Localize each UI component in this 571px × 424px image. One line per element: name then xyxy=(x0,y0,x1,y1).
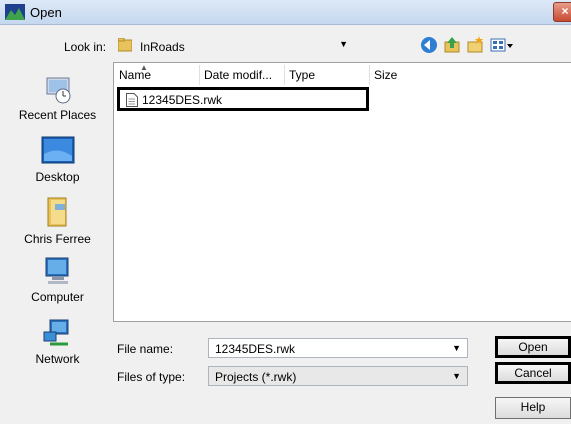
folder-icon xyxy=(118,38,132,52)
column-header-name[interactable]: ▲ Name xyxy=(114,63,200,85)
file-type-select[interactable]: Projects (*.rwk) ▼ xyxy=(208,366,468,386)
view-menu-icon[interactable] xyxy=(490,36,514,54)
place-label: Chris Ferree xyxy=(24,232,91,246)
place-label: Computer xyxy=(31,290,84,304)
document-icon xyxy=(126,93,138,107)
file-item[interactable]: 12345DES.rwk xyxy=(117,87,369,111)
file-name: 12345DES.rwk xyxy=(142,93,223,107)
user-folder-icon xyxy=(47,197,66,227)
look-in-dropdown[interactable]: InRoads ▼ xyxy=(114,34,354,58)
look-in-label: Look in: xyxy=(64,40,107,54)
close-button[interactable]: × xyxy=(553,2,571,22)
file-name-input[interactable]: 12345DES.rwk ▼ xyxy=(208,338,468,358)
column-header-size[interactable]: Size xyxy=(369,65,434,85)
column-header-type[interactable]: Type xyxy=(284,65,370,85)
chevron-down-icon: ▼ xyxy=(339,39,348,49)
file-list[interactable]: ▲ Name Date modif... Type Size 12345DES.… xyxy=(113,62,571,322)
window-title: Open xyxy=(30,5,62,20)
sort-arrow-icon: ▲ xyxy=(140,63,148,72)
places-bar: Recent Places Desktop Chris Ferree Compu… xyxy=(10,62,105,422)
computer-icon xyxy=(45,257,68,284)
file-name-label: File name: xyxy=(117,342,174,356)
place-computer[interactable]: Computer xyxy=(10,256,105,304)
back-icon[interactable] xyxy=(420,36,438,54)
place-chris-ferree[interactable]: Chris Ferree xyxy=(10,196,105,246)
chevron-down-icon: ▼ xyxy=(452,371,461,381)
place-label: Network xyxy=(35,352,80,366)
up-folder-icon[interactable] xyxy=(443,36,461,54)
recent-places-icon xyxy=(46,77,70,104)
place-label: Recent Places xyxy=(18,108,97,122)
place-recent-places[interactable]: Recent Places xyxy=(10,74,105,122)
place-network[interactable]: Network xyxy=(10,318,105,366)
look-in-value: InRoads xyxy=(140,40,185,54)
help-button[interactable]: Help xyxy=(495,397,571,419)
app-icon xyxy=(5,4,25,20)
title-bar: Open × xyxy=(0,0,571,25)
place-desktop[interactable]: Desktop xyxy=(10,136,105,184)
new-folder-icon[interactable] xyxy=(466,36,484,54)
cancel-button[interactable]: Cancel xyxy=(495,362,571,384)
network-icon xyxy=(43,319,68,346)
file-type-label: Files of type: xyxy=(117,370,186,384)
place-label: Desktop xyxy=(35,170,80,184)
desktop-icon xyxy=(41,136,74,164)
column-header-date[interactable]: Date modif... xyxy=(199,65,285,85)
open-button[interactable]: Open xyxy=(495,336,571,358)
chevron-down-icon[interactable]: ▼ xyxy=(452,343,461,353)
close-icon: × xyxy=(561,4,569,18)
